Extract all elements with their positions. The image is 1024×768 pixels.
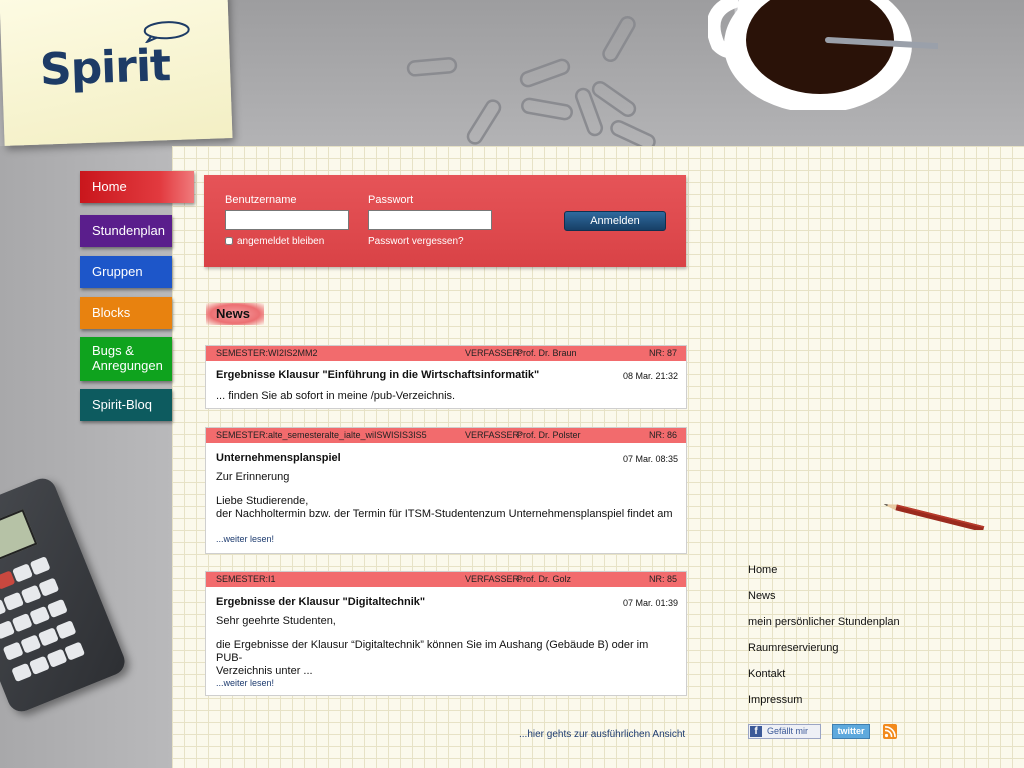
author-label: VERFASSER: — [465, 430, 522, 440]
remember-me-label: angemeldet bleiben — [237, 236, 325, 247]
news-card-header: SEMESTER: alte_semesteralte_ialte_wiISWI… — [206, 428, 686, 443]
news-body: ... finden Sie ab sofort in meine /pub-V… — [216, 390, 676, 403]
footer-link-raumreservierung[interactable]: Raumreservierung — [748, 642, 838, 654]
author-label: VERFASSER: — [465, 574, 522, 584]
semester-value: alte_semesteralte_ialte_wiISWISIS3IS5 — [268, 430, 427, 440]
news-body: Zur Erinnerung Liebe Studierende, der Na… — [216, 471, 676, 521]
author-value: Prof. Dr. Polster — [517, 430, 581, 440]
footer-link-news[interactable]: News — [748, 590, 776, 602]
news-card: SEMESTER: I1 VERFASSER: Prof. Dr. Golz N… — [205, 571, 687, 696]
semester-label: SEMESTER: — [216, 574, 269, 584]
semester-label: SEMESTER: — [216, 430, 269, 440]
author-label: VERFASSER: — [465, 348, 522, 358]
footer-link-kontakt[interactable]: Kontakt — [748, 668, 785, 680]
pencil-decoration — [883, 504, 985, 530]
news-title[interactable]: Ergebnisse Klausur "Einführung in die Wi… — [216, 369, 539, 381]
news-date: 08 Mar. 21:32 — [622, 371, 678, 381]
nr-value: 85 — [667, 574, 678, 584]
nr-label: NR: — [649, 348, 665, 358]
login-form: Benutzername Passwort angemeldet bleiben… — [204, 175, 686, 267]
news-body-line: der Nachholtermin bzw. der Termin für IT… — [216, 508, 673, 520]
twitter-button[interactable]: twitter — [832, 724, 870, 739]
read-more-link[interactable]: ...weiter lesen! — [216, 678, 274, 688]
news-card-header: SEMESTER: I1 VERFASSER: Prof. Dr. Golz N… — [206, 572, 686, 587]
logo-sticky-note: Spirit — [0, 0, 233, 146]
app-logo[interactable]: Spirit — [39, 40, 171, 96]
semester-label: SEMESTER: — [216, 348, 269, 358]
nr-label: NR: — [649, 430, 665, 440]
rss-glyph — [884, 726, 896, 738]
nav-tab-bugs-line2: Anregungen — [92, 358, 163, 373]
read-more-link[interactable]: ...weiter lesen! — [216, 534, 274, 544]
rss-icon[interactable] — [883, 724, 897, 739]
author-value: Prof. Dr. Golz — [517, 574, 572, 584]
news-body-line: Verzeichnis unter ... — [216, 665, 313, 677]
news-title[interactable]: Unternehmensplanspiel — [216, 452, 341, 464]
nr-label: NR: — [649, 574, 665, 584]
password-input[interactable] — [368, 210, 492, 230]
password-label: Passwort — [368, 194, 414, 206]
facebook-like-button[interactable]: f Gefällt mir — [748, 724, 821, 739]
news-body-line: die Ergebnisse der Klausur “Digitaltechn… — [216, 639, 649, 664]
remember-me-checkbox[interactable] — [225, 237, 233, 245]
news-card-header: SEMESTER: WI2IS2MM2 VERFASSER: Prof. Dr.… — [206, 346, 686, 361]
footer-link-home[interactable]: Home — [748, 564, 777, 576]
detail-view-link[interactable]: ...hier gehts zur ausführlichen Ansicht — [519, 729, 685, 740]
username-input[interactable] — [225, 210, 349, 230]
semester-value: I1 — [268, 574, 276, 584]
nr-value: 86 — [667, 430, 678, 440]
username-label: Benutzername — [225, 194, 297, 206]
footer-link-impressum[interactable]: Impressum — [748, 694, 802, 706]
nr-value: 87 — [667, 348, 678, 358]
footer-link-stundenplan[interactable]: mein persönlicher Stundenplan — [748, 616, 900, 628]
paperclip-decoration — [406, 16, 656, 150]
news-body-line: Sehr geehrte Studenten, — [216, 615, 336, 627]
coffee-cup-decoration — [708, 0, 938, 110]
author-value: Prof. Dr. Braun — [517, 348, 577, 358]
nav-tab-gruppen[interactable]: Gruppen — [80, 256, 172, 288]
nav-tab-spirit-blog[interactable]: Spirit-Bloq — [80, 389, 172, 421]
news-date: 07 Mar. 01:39 — [622, 598, 678, 608]
news-card: SEMESTER: WI2IS2MM2 VERFASSER: Prof. Dr.… — [205, 345, 687, 409]
forgot-password-link[interactable]: Passwort vergessen? — [368, 236, 464, 247]
nav-tab-bugs-anregungen[interactable]: Bugs & Anregungen — [80, 337, 172, 381]
news-card: SEMESTER: alte_semesteralte_ialte_wiISWI… — [205, 427, 687, 554]
login-button[interactable]: Anmelden — [564, 211, 666, 231]
news-heading: News — [206, 303, 264, 325]
news-body-line: Zur Erinnerung — [216, 471, 290, 483]
news-body-line: Liebe Studierende, — [216, 495, 309, 507]
nav-tab-stundenplan[interactable]: Stundenplan — [80, 215, 172, 247]
nav-tab-bugs-line1: Bugs & — [92, 343, 134, 358]
nav-tab-home[interactable]: Home — [80, 171, 194, 203]
news-body: Sehr geehrte Studenten, die Ergebnisse d… — [216, 615, 676, 678]
news-body-line: ... finden Sie ab sofort in meine /pub-V… — [216, 390, 456, 402]
news-date: 07 Mar. 08:35 — [622, 454, 678, 464]
semester-value: WI2IS2MM2 — [268, 348, 318, 358]
facebook-icon: f — [750, 726, 762, 737]
nav-tab-blocks[interactable]: Blocks — [80, 297, 172, 329]
facebook-like-label: Gefällt mir — [767, 726, 809, 736]
news-title[interactable]: Ergebnisse der Klausur "Digitaltechnik" — [216, 596, 425, 608]
